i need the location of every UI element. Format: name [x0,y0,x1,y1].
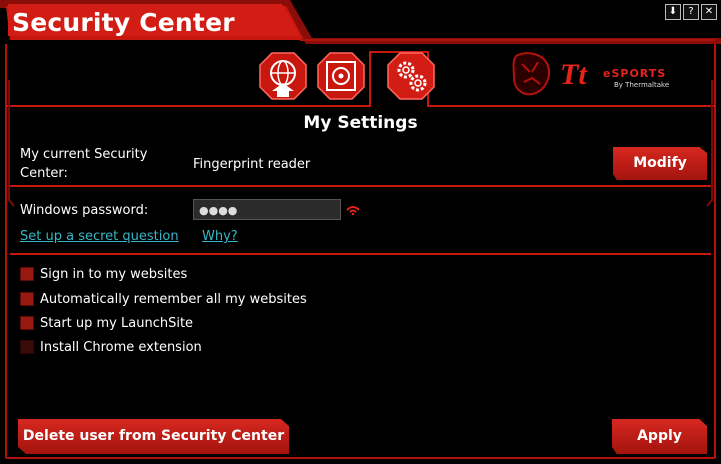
help-button[interactable]: ? [683,4,699,20]
window-title: Security Center [12,8,235,37]
tab-settings[interactable] [386,51,436,101]
delete-user-button[interactable]: Delete user from Security Center [18,419,289,454]
tab-bar [258,51,436,101]
globe-icon [259,52,307,100]
checkbox[interactable] [20,292,34,306]
brand-esports-text: eSPORTS [603,67,667,80]
window-controls: ⬇ ? ✕ [665,4,717,20]
wifi-signal-icon [346,206,360,215]
checkbox[interactable] [20,340,34,354]
windows-password-label: Windows password: [20,203,149,218]
checkbox[interactable] [20,316,34,330]
brand-logo-text: Tt [560,58,587,91]
option-launchsite[interactable]: Start up my LaunchSite [20,313,193,333]
safe-icon [317,52,365,100]
option-label: Automatically remember all my websites [40,291,307,307]
security-center-window: Security Center ⬇ ? ✕ Tt eSPORTS By Ther… [0,0,721,464]
option-sign-in[interactable]: Sign in to my websites [20,264,187,284]
secret-question-link[interactable]: Set up a secret question [20,229,179,244]
gear-icon [387,52,435,100]
modify-button[interactable]: Modify [613,147,707,180]
current-security-label: My current Security Center: [20,147,148,181]
option-label: Start up my LaunchSite [40,315,194,331]
option-chrome-extension[interactable]: Install Chrome extension [20,337,202,357]
minimize-button[interactable]: ⬇ [665,4,681,20]
why-link[interactable]: Why? [202,229,238,244]
checkbox[interactable] [20,267,34,281]
tab-globe[interactable] [258,51,308,101]
close-button[interactable]: ✕ [701,4,717,20]
option-remember-websites[interactable]: Automatically remember all my websites [20,289,307,309]
password-field[interactable]: ●●●● [193,199,341,220]
current-security-value: Fingerprint reader [193,157,311,172]
apply-button[interactable]: Apply [612,419,707,454]
tab-safe[interactable] [316,51,366,101]
option-label: Install Chrome extension [40,339,202,355]
option-label: Sign in to my websites [40,266,188,282]
brand-by-text: By Thermaltake [614,81,670,89]
page-title: My Settings [303,113,418,133]
